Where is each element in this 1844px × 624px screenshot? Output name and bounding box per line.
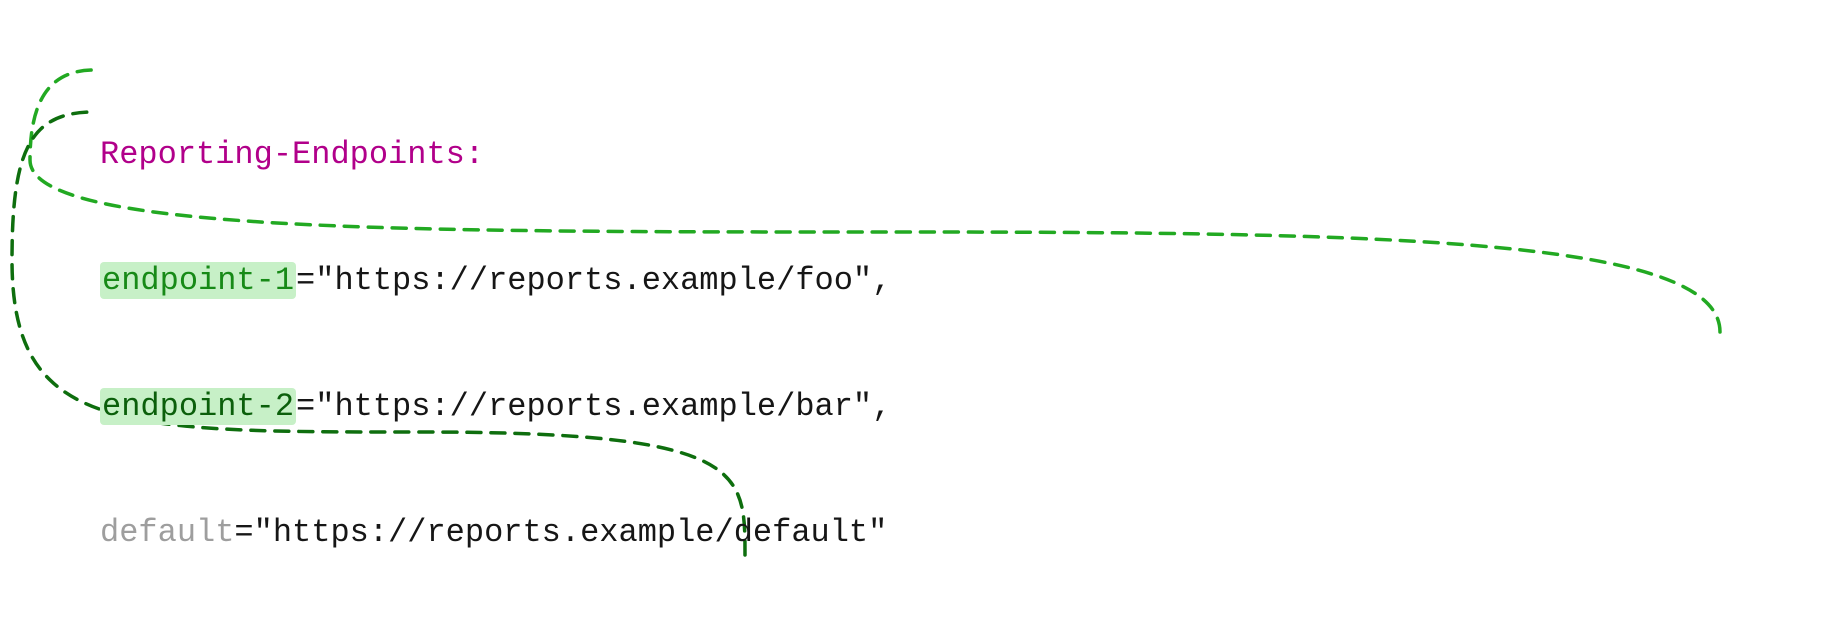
reporting-line-1: endpoint-1="https://reports.example/foo"… <box>100 260 1237 302</box>
diagram-canvas: Reporting-Endpoints: endpoint-1="https:/… <box>0 0 1844 624</box>
reporting-line-2: endpoint-2="https://reports.example/bar"… <box>100 386 1237 428</box>
endpoint-1-decl: endpoint-1 <box>100 262 296 299</box>
reporting-line-3: default="https://reports.example/default… <box>100 512 1237 554</box>
endpoint-2-decl: endpoint-2 <box>100 388 296 425</box>
code-block: Reporting-Endpoints: endpoint-1="https:/… <box>100 8 1237 624</box>
reporting-header: Reporting-Endpoints: <box>100 134 1237 176</box>
default-decl: default <box>100 514 234 551</box>
